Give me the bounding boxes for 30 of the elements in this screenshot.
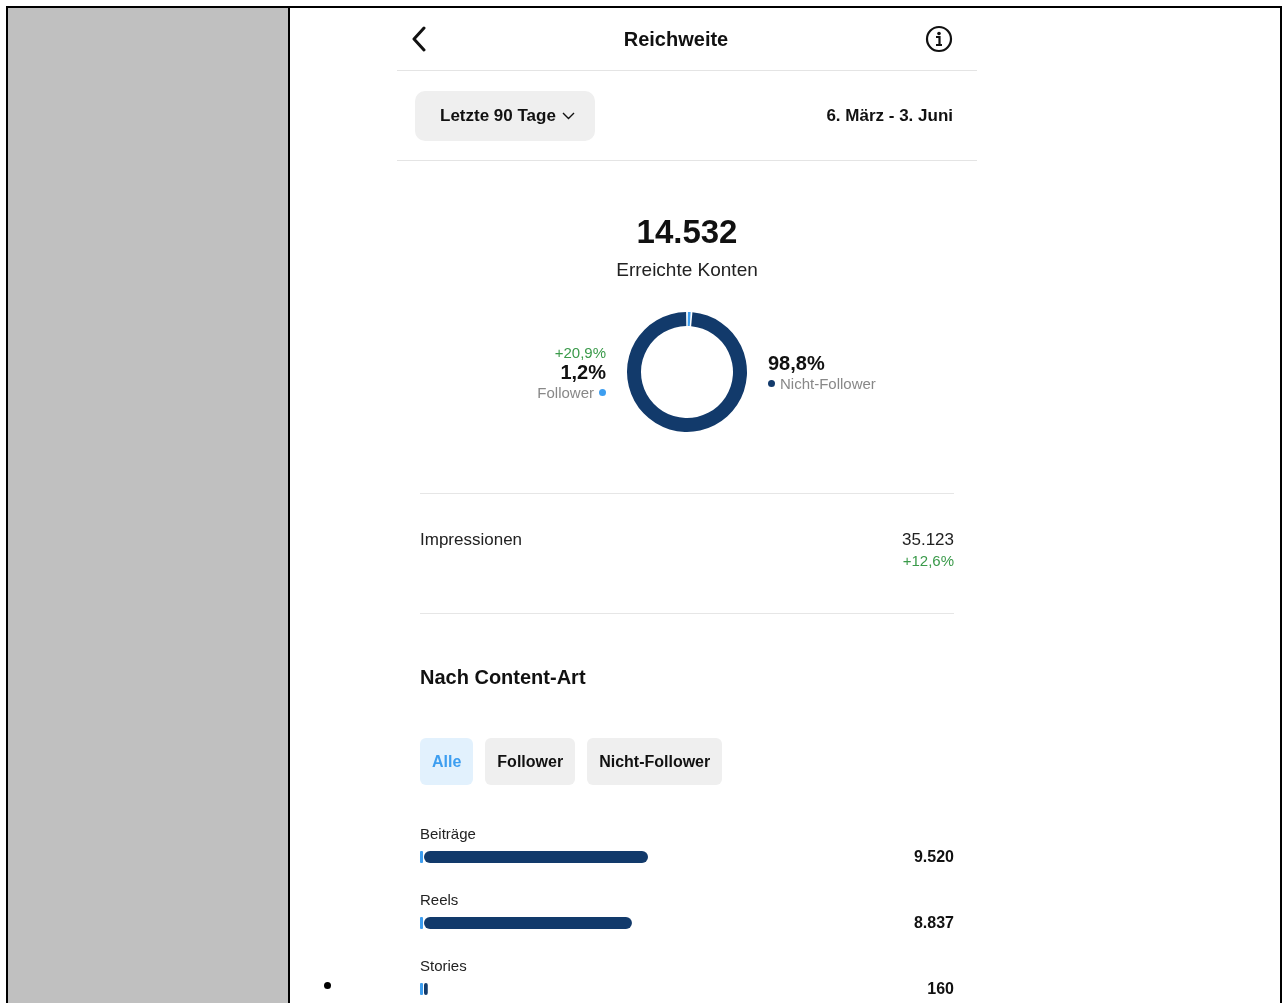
content-type-value: 160 [927, 980, 954, 998]
non-follower-percent: 98,8% [768, 352, 825, 375]
info-icon[interactable] [925, 25, 953, 53]
follower-share-marker [420, 851, 423, 863]
screen-title: Reichweite [623, 27, 729, 51]
period-dropdown[interactable]: Letzte 90 Tage [415, 90, 595, 141]
content-type-label: Beiträge [420, 825, 477, 842]
content-type-label: Reels [420, 891, 460, 908]
section-heading: Nach Content-Art [420, 666, 587, 689]
bullet-icon [324, 982, 331, 989]
content-type-value: 8.837 [913, 914, 954, 932]
content-type-value: 9.520 [913, 848, 954, 866]
follower-legend: Follower [537, 383, 594, 401]
filter-chip[interactable]: Nicht-Follower [587, 738, 723, 785]
reach-bar [424, 983, 428, 995]
date-range: 6. März - 3. Juni [826, 105, 953, 126]
impressions-change: +12,6% [902, 552, 954, 569]
impressions-label: Impressionen [420, 530, 523, 551]
non-follower-legend: Nicht-Follower [780, 375, 876, 392]
follower-percent: 1,2% [560, 360, 606, 384]
reach-label: Erreichte Konten [615, 259, 759, 281]
chevron-down-icon [561, 111, 575, 120]
follower-share-marker [420, 983, 423, 995]
back-icon[interactable] [411, 26, 427, 52]
content-type-label: Stories [420, 957, 468, 974]
follower-share-marker [420, 917, 423, 929]
filter-chip[interactable]: Follower [485, 738, 576, 785]
impressions-value: 35.123 [902, 530, 954, 550]
reach-value: 14.532 [635, 213, 739, 251]
follower-change: +20,9% [554, 343, 606, 361]
